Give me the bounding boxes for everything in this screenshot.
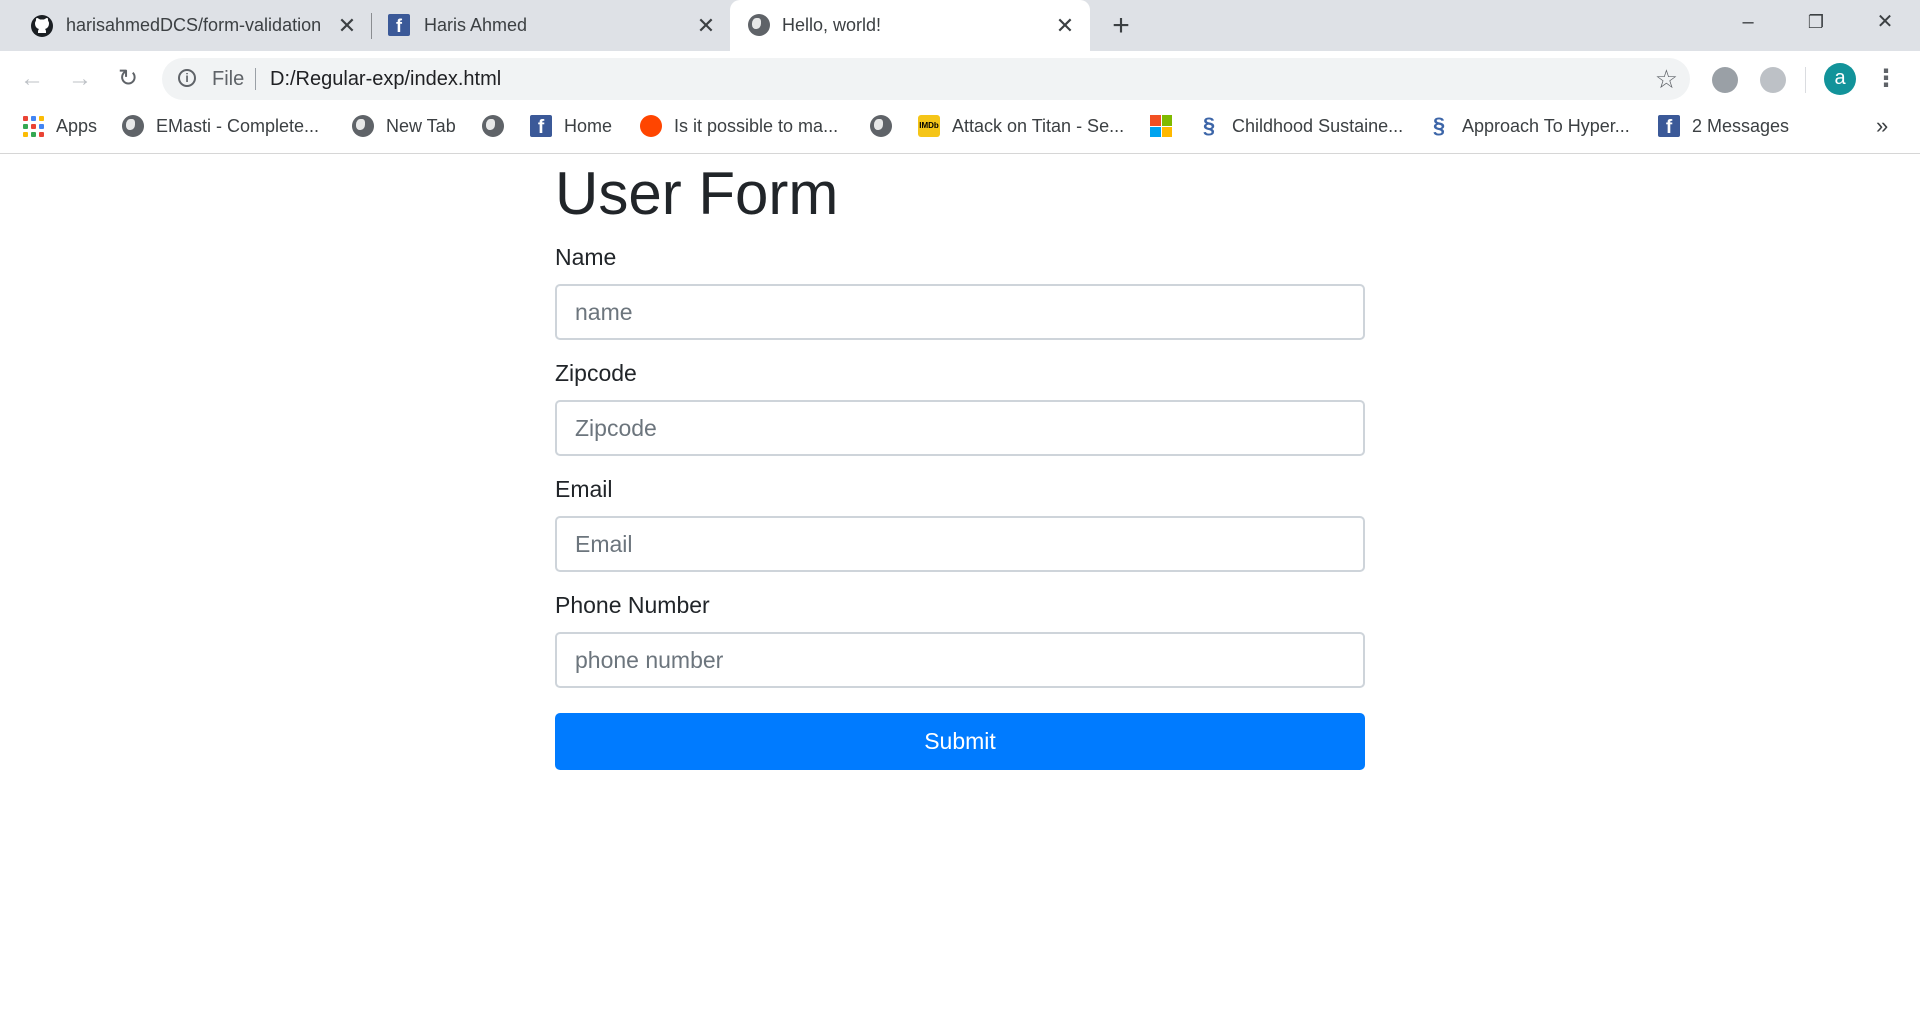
close-tab-icon[interactable]: ✕ <box>1054 15 1076 37</box>
bookmark-emasti[interactable]: EMasti - Complete... <box>122 107 319 145</box>
restore-icon[interactable]: ❐ <box>1781 0 1851 44</box>
url-text[interactable]: D:/Regular-exp/index.html <box>270 58 501 100</box>
bookmark-reddit[interactable]: Is it possible to ma... <box>640 107 838 145</box>
tab-strip: harisahmedDCS/form-validation ✕ f Haris … <box>0 0 1920 51</box>
wave-icon: § <box>1432 113 1446 138</box>
tab-hello-world[interactable]: Hello, world! ✕ <box>730 0 1090 51</box>
phone-number-input[interactable] <box>555 632 1365 688</box>
divider <box>1805 67 1806 93</box>
tab-title: harisahmedDCS/form-validation <box>66 15 322 35</box>
tab-title: Hello, world! <box>782 15 882 35</box>
globe-icon <box>352 115 374 137</box>
email-input[interactable] <box>555 516 1365 572</box>
wave-icon: § <box>1202 113 1216 138</box>
extension-icon[interactable] <box>1760 67 1786 93</box>
extension-icon[interactable] <box>1712 67 1738 93</box>
bookmark-label: New Tab <box>386 115 456 136</box>
name-label: Name <box>555 244 617 270</box>
globe-icon <box>482 115 504 137</box>
imdb-icon: IMDb <box>918 115 940 137</box>
form-group-zipcode: Zipcode <box>555 358 1365 456</box>
bookmark-apps[interactable]: Apps <box>22 107 97 145</box>
globe-icon <box>748 14 770 36</box>
bookmark-new-tab[interactable]: New Tab <box>352 107 456 145</box>
name-input[interactable] <box>555 284 1365 340</box>
bookmark-label: EMasti - Complete... <box>156 115 320 136</box>
bookmark-label: Childhood Sustaine... <box>1232 115 1404 136</box>
microsoft-icon <box>1150 115 1172 137</box>
globe-icon <box>122 115 144 137</box>
tab-title: Haris Ahmed <box>424 15 528 35</box>
phone-number-label: Phone Number <box>555 592 710 618</box>
bookmark-home[interactable]: f Home <box>530 107 612 145</box>
info-icon[interactable]: i <box>178 69 196 87</box>
browser-toolbar: ← → ↻ i File D:/Regular-exp/index.html ☆… <box>0 51 1920 107</box>
page-title: User Form <box>555 160 839 227</box>
facebook-icon: f <box>388 14 410 36</box>
github-icon <box>31 15 53 37</box>
facebook-icon: f <box>530 115 552 137</box>
bookmark-label: Home <box>564 115 613 136</box>
scheme-label: File <box>212 68 245 90</box>
bookmark-label: Approach To Hyper... <box>1462 115 1630 136</box>
tab-github[interactable]: harisahmedDCS/form-validation ✕ <box>0 0 370 51</box>
bookmark-star-icon[interactable]: ☆ <box>1655 58 1678 100</box>
globe-icon <box>870 115 892 137</box>
submit-button[interactable]: Submit <box>555 713 1365 770</box>
bookmark-label: Is it possible to ma... <box>674 115 839 136</box>
bookmark-approach[interactable]: § Approach To Hyper... <box>1428 107 1630 145</box>
bookmark-label: 2 Messages <box>1692 115 1790 136</box>
form-group-phone: Phone Number <box>555 590 1365 688</box>
zipcode-input[interactable] <box>555 400 1365 456</box>
window-close-icon[interactable]: ✕ <box>1850 0 1920 44</box>
address-bar[interactable]: i File D:/Regular-exp/index.html ☆ <box>162 58 1690 100</box>
tab-facebook[interactable]: f Haris Ahmed ✕ <box>360 0 720 51</box>
bookmark-globe[interactable] <box>870 107 904 145</box>
bookmark-messages[interactable]: f 2 Messages <box>1658 107 1789 145</box>
email-label: Email <box>555 476 613 502</box>
apps-grid-icon <box>22 115 44 137</box>
bookmark-globe[interactable] <box>482 107 516 145</box>
bookmarks-overflow-icon[interactable]: » <box>1876 107 1888 145</box>
facebook-icon: f <box>1658 115 1680 137</box>
zipcode-label: Zipcode <box>555 360 637 386</box>
bookmark-microsoft[interactable] <box>1150 107 1184 145</box>
divider <box>255 68 256 90</box>
close-tab-icon[interactable]: ✕ <box>695 15 717 37</box>
bookmarks-bar: Apps EMasti - Complete... New Tab f Home… <box>0 107 1920 154</box>
forward-arrow-icon[interactable]: → <box>64 63 96 95</box>
minimize-icon[interactable]: – <box>1713 0 1783 44</box>
reload-icon[interactable]: ↻ <box>112 63 144 95</box>
user-form-container: User Form Name Zipcode Email Phone Numbe… <box>555 154 1365 770</box>
bookmark-label: Attack on Titan - Se... <box>952 115 1125 136</box>
back-arrow-icon[interactable]: ← <box>16 63 48 95</box>
reddit-icon <box>640 115 662 137</box>
form-group-email: Email <box>555 474 1365 572</box>
new-tab-plus-icon[interactable]: + <box>1106 11 1136 42</box>
bookmark-label: Apps <box>56 115 98 136</box>
form-group-name: Name <box>555 242 1365 340</box>
profile-avatar[interactable]: a <box>1824 63 1856 95</box>
more-menu-icon[interactable]: ⋮ <box>1874 63 1898 95</box>
bookmark-childhood[interactable]: § Childhood Sustaine... <box>1198 107 1403 145</box>
close-tab-icon[interactable]: ✕ <box>336 15 358 37</box>
bookmark-attack-on-titan[interactable]: IMDb Attack on Titan - Se... <box>918 107 1124 145</box>
